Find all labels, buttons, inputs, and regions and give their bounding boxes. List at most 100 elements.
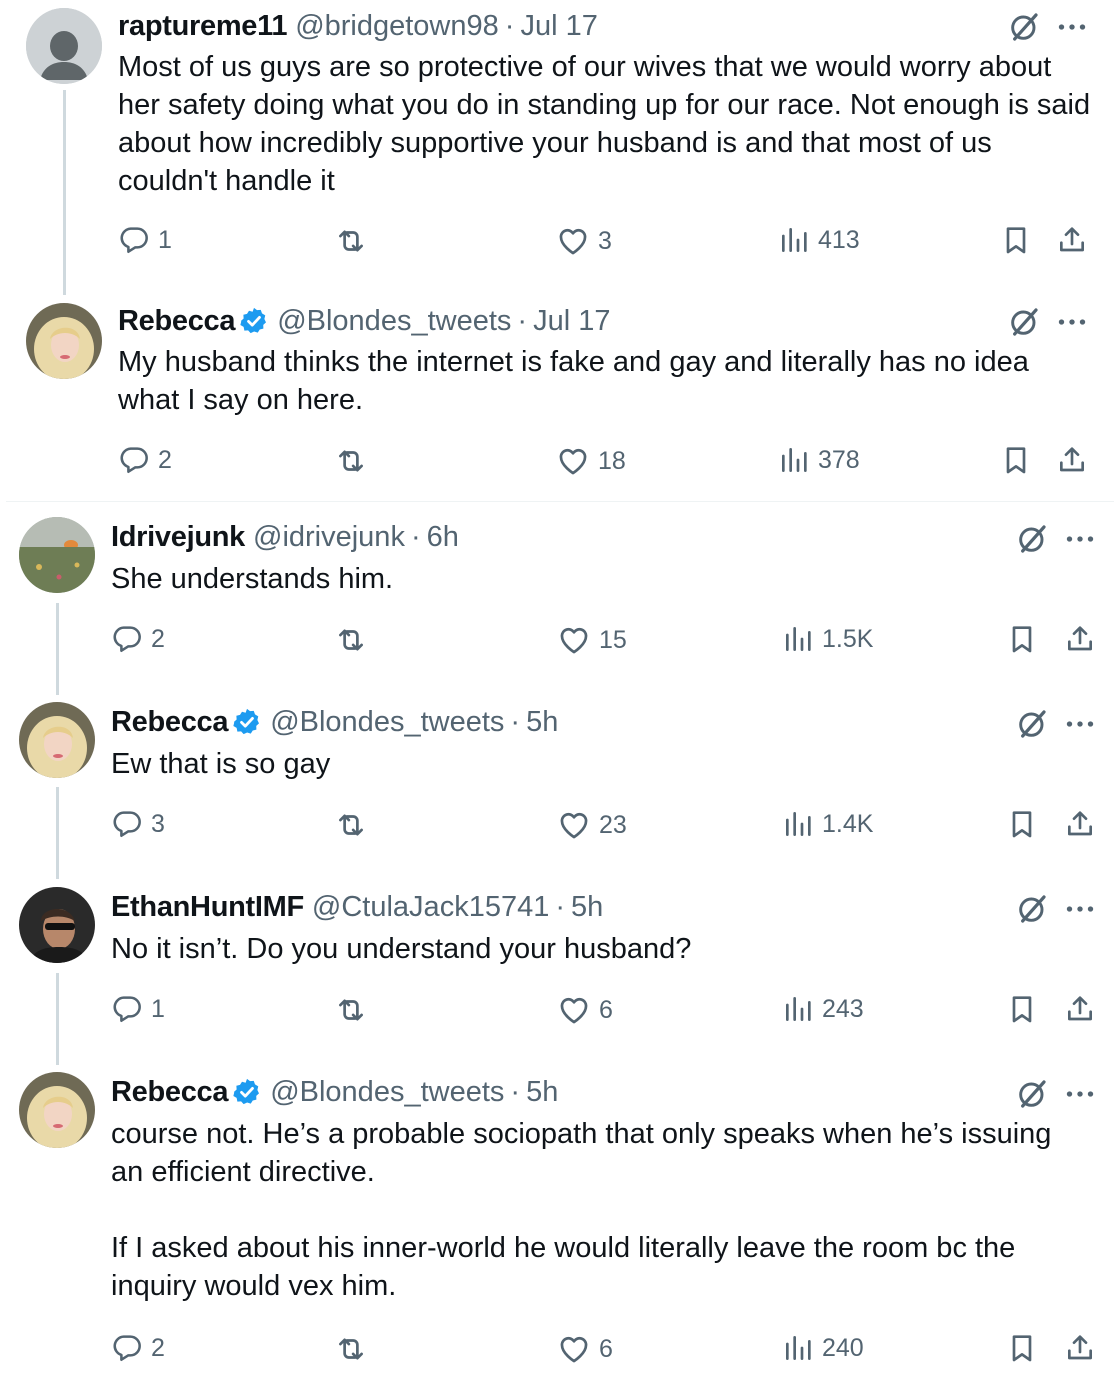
like-button[interactable]: 3 — [556, 224, 612, 258]
timestamp[interactable]: Jul 17 — [520, 10, 597, 43]
avatar[interactable] — [19, 517, 95, 593]
timestamp[interactable]: 5h — [571, 891, 603, 924]
like-button[interactable]: 6 — [557, 993, 613, 1027]
reply-count: 1 — [151, 994, 165, 1023]
separator-dot: · — [510, 705, 521, 738]
views-button[interactable]: 240 — [782, 1332, 864, 1364]
share-icon[interactable] — [1064, 623, 1096, 655]
user-handle[interactable]: @bridgetown98 — [295, 10, 499, 43]
more-icon[interactable] — [1066, 719, 1094, 729]
grok-icon[interactable] — [1016, 893, 1048, 925]
separator-dot: · — [504, 9, 515, 42]
repost-button[interactable] — [334, 444, 368, 478]
verified-badge-icon — [232, 1077, 262, 1107]
reply-button[interactable]: 2 — [111, 1332, 165, 1364]
like-button[interactable]: 15 — [557, 623, 627, 657]
reply-button[interactable]: 1 — [118, 224, 172, 256]
views-button[interactable]: 1.4K — [782, 808, 873, 840]
view-count: 378 — [818, 445, 860, 474]
reply-count: 2 — [151, 624, 165, 653]
view-count: 243 — [822, 994, 864, 1023]
share-icon[interactable] — [1056, 224, 1088, 256]
profile-photo-icon — [19, 702, 95, 778]
repost-button[interactable] — [334, 224, 368, 258]
avatar[interactable] — [26, 8, 102, 84]
more-icon[interactable] — [1058, 22, 1086, 32]
grok-icon[interactable] — [1016, 523, 1048, 555]
bookmark-icon[interactable] — [1006, 1332, 1038, 1364]
tweet[interactable]: Rebecca @Blondes_tweets · 5h course not.… — [0, 1060, 1120, 1386]
user-handle[interactable]: @CtulaJack15741 — [312, 891, 549, 924]
repost-button[interactable] — [334, 808, 368, 842]
tweet[interactable]: EthanHuntIMF @CtulaJack15741 · 5h No it … — [0, 875, 1120, 1060]
views-button[interactable]: 1.5K — [782, 623, 873, 655]
timestamp[interactable]: 5h — [526, 706, 558, 739]
bookmark-icon[interactable] — [1000, 224, 1032, 256]
avatar[interactable] — [19, 887, 95, 963]
grok-icon[interactable] — [1008, 306, 1040, 338]
like-button[interactable]: 23 — [557, 808, 627, 842]
like-icon — [556, 444, 590, 478]
bookmark-icon[interactable] — [1006, 623, 1038, 655]
share-icon[interactable] — [1064, 808, 1096, 840]
share-icon[interactable] — [1056, 444, 1088, 476]
user-handle[interactable]: @idrivejunk — [253, 521, 405, 554]
more-icon[interactable] — [1058, 317, 1086, 327]
share-icon[interactable] — [1064, 993, 1096, 1025]
repost-button[interactable] — [334, 993, 368, 1027]
tweet[interactable]: Rebecca @Blondes_tweets · 5h Ew that is … — [0, 690, 1120, 875]
like-button[interactable]: 18 — [556, 444, 626, 478]
display-name[interactable]: Rebecca — [111, 706, 229, 739]
display-name[interactable]: EthanHuntIMF — [111, 891, 304, 924]
bookmark-icon[interactable] — [1000, 444, 1032, 476]
bookmark-icon[interactable] — [1006, 993, 1038, 1025]
display-name[interactable]: raptureme11 — [118, 10, 287, 43]
like-button[interactable]: 6 — [557, 1332, 613, 1366]
repost-icon — [334, 993, 368, 1027]
reply-button[interactable]: 3 — [111, 808, 165, 840]
reply-button[interactable]: 2 — [118, 444, 172, 476]
more-icon[interactable] — [1066, 534, 1094, 544]
user-handle[interactable]: @Blondes_tweets — [270, 706, 504, 739]
reply-icon — [111, 1332, 143, 1364]
tweet[interactable]: Idrivejunk @idrivejunk · 6h She understa… — [0, 505, 1120, 695]
user-handle[interactable]: @Blondes_tweets — [277, 305, 511, 338]
display-name[interactable]: Rebecca — [118, 305, 236, 338]
reply-button[interactable]: 2 — [111, 623, 165, 655]
reply-button[interactable]: 1 — [111, 993, 165, 1025]
user-handle[interactable]: @Blondes_tweets — [270, 1076, 504, 1109]
view-count: 1.5K — [822, 624, 874, 653]
tweet[interactable]: raptureme11 @bridgetown98 · Jul 17 Most … — [0, 0, 1120, 295]
avatar[interactable] — [19, 1072, 95, 1148]
grok-icon[interactable] — [1016, 1078, 1048, 1110]
display-name[interactable]: Idrivejunk — [111, 521, 245, 554]
views-button[interactable]: 413 — [778, 224, 860, 256]
timestamp[interactable]: 5h — [526, 1076, 558, 1109]
grok-icon[interactable] — [1008, 11, 1040, 43]
more-icon[interactable] — [1066, 1089, 1094, 1099]
tweet-text: She understands him. — [111, 563, 394, 595]
grok-icon[interactable] — [1016, 708, 1048, 740]
reply-count: 2 — [158, 445, 172, 474]
share-icon[interactable] — [1064, 1332, 1096, 1364]
repost-button[interactable] — [334, 623, 368, 657]
views-button[interactable]: 378 — [778, 444, 860, 476]
avatar[interactable] — [26, 303, 102, 379]
view-count: 240 — [822, 1333, 864, 1362]
tweet-header: Idrivejunk @idrivejunk · 6h — [111, 520, 459, 554]
avatar[interactable] — [19, 702, 95, 778]
repost-icon — [334, 623, 368, 657]
timestamp[interactable]: Jul 17 — [533, 305, 610, 338]
display-name[interactable]: Rebecca — [111, 1076, 229, 1109]
profile-photo-icon — [19, 887, 95, 963]
tweet[interactable]: Rebecca @Blondes_tweets · Jul 17 My husb… — [0, 295, 1120, 500]
views-icon — [782, 623, 814, 655]
bookmark-icon[interactable] — [1006, 808, 1038, 840]
repost-icon — [334, 224, 368, 258]
like-count: 15 — [599, 625, 627, 654]
more-icon[interactable] — [1066, 904, 1094, 914]
views-button[interactable]: 243 — [782, 993, 864, 1025]
repost-button[interactable] — [334, 1332, 368, 1366]
like-count: 18 — [598, 446, 626, 475]
timestamp[interactable]: 6h — [427, 521, 459, 554]
